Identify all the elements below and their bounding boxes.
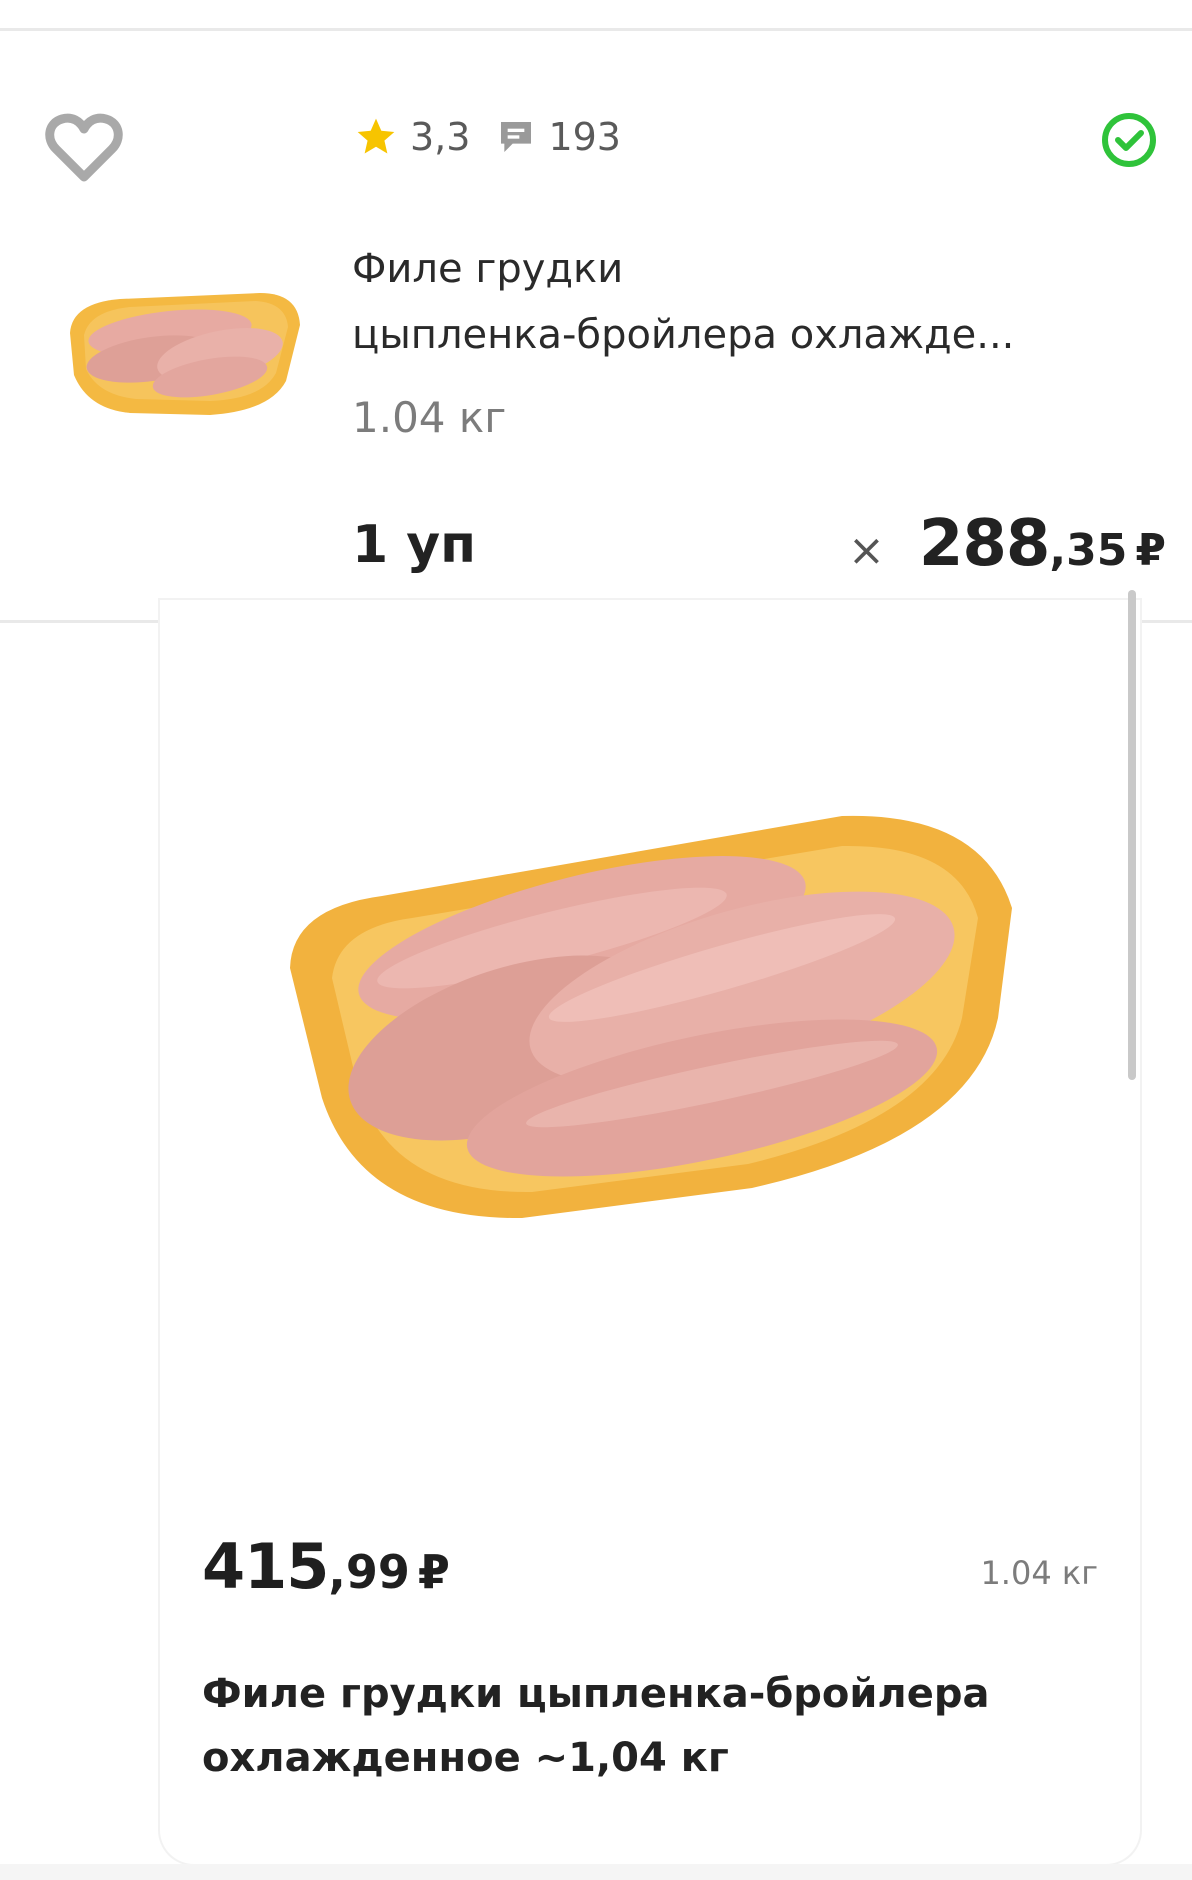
reviews-count: 193 — [548, 115, 621, 159]
product-thumbnail[interactable] — [60, 263, 306, 423]
price-currency: ₽ — [1135, 525, 1166, 576]
product-weight: 1.04 кг — [980, 1554, 1098, 1592]
heart-icon — [45, 113, 123, 182]
star-icon — [357, 118, 395, 154]
comment-icon — [501, 122, 532, 152]
scrollbar[interactable] — [1128, 590, 1136, 1080]
divider — [1140, 620, 1192, 623]
rating-value: 3,3 — [410, 115, 471, 159]
cart-item-title-line1: Филе грудки — [352, 246, 624, 292]
product-card[interactable]: 415 ,99 ₽ 1.04 кг Филе грудки цыпленка-б… — [160, 600, 1140, 1864]
product-image — [290, 815, 1012, 1219]
check-circle-icon — [1102, 113, 1156, 167]
product-price: 415 ,99 ₽ — [202, 1530, 450, 1603]
product-price-integer: 415 — [202, 1530, 329, 1603]
cart-item-title-line2: цыпленка-бройлера охлажде... — [352, 312, 1015, 358]
product-title-line2: охлажденное ~1,04 кг — [202, 1735, 729, 1781]
bottom-strip — [0, 1864, 1192, 1880]
favorite-button[interactable] — [44, 111, 124, 183]
screen: 3,3 193 Филе грудки цыпленка-бройлера ох… — [0, 0, 1192, 1880]
product-price-fraction: ,99 — [328, 1545, 410, 1599]
price-integer: 288 — [918, 507, 1051, 581]
cart-item-title[interactable]: Филе грудки цыпленка-бройлера охлажде... — [352, 236, 1112, 368]
quantity-label[interactable]: 1 уп — [352, 515, 476, 575]
divider — [0, 620, 160, 623]
price-fraction: ,35 — [1049, 525, 1128, 576]
cart-item-weight: 1.04 кг — [352, 393, 507, 442]
cart-item-price: × 288 ,35 ₽ — [848, 507, 1166, 581]
product-price-currency: ₽ — [417, 1545, 450, 1599]
multiply-sign: × — [847, 525, 885, 576]
product-title: Филе грудки цыпленка-бройлера охлажденно… — [202, 1662, 1102, 1790]
cart-item[interactable]: 3,3 193 Филе грудки цыпленка-бройлера ох… — [0, 31, 1192, 621]
rating-row: 3,3 193 — [354, 113, 621, 161]
product-title-line1: Филе грудки цыпленка-бройлера — [202, 1671, 990, 1717]
